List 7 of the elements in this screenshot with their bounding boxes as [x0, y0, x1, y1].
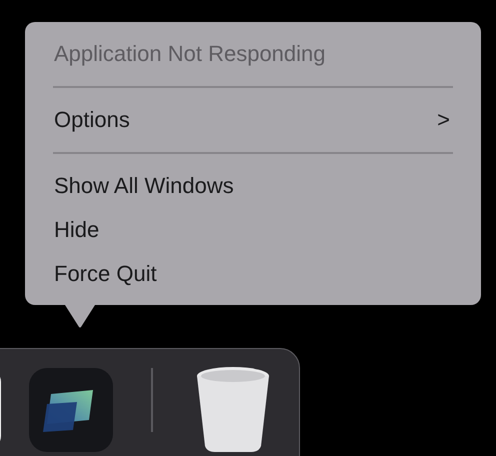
menu-item[interactable]: Hide	[25, 208, 481, 252]
menu-item[interactable]: Show All Windows	[25, 164, 481, 208]
chevron-icon: >	[437, 107, 450, 133]
menu-item[interactable]: Force Quit	[25, 252, 481, 296]
app-icon[interactable]	[29, 368, 113, 452]
menu-header: Application Not Responding	[53, 40, 327, 68]
menu-item[interactable]: Options	[54, 107, 130, 133]
